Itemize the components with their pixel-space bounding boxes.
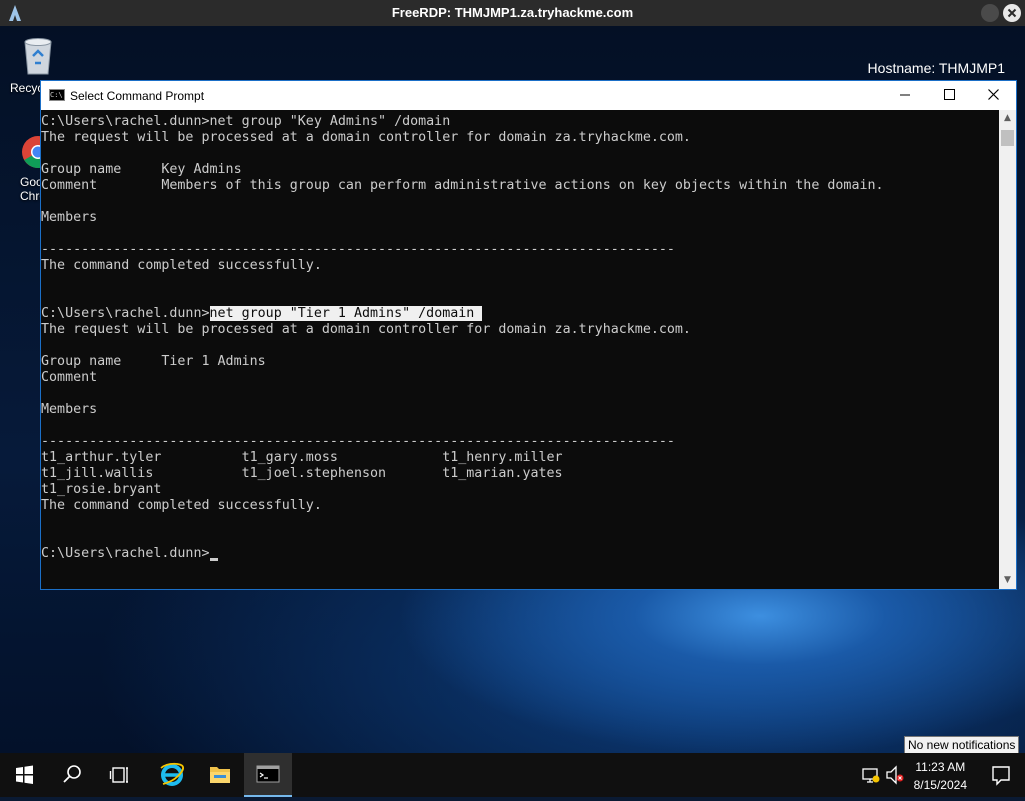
search-button[interactable] (48, 753, 96, 797)
console-output[interactable]: C:\Users\rachel.dunn>net group "Key Admi… (41, 112, 999, 590)
console-line: Comment (41, 370, 98, 385)
scroll-thumb[interactable] (1001, 130, 1014, 146)
console-line: The command completed successfully. (41, 258, 322, 273)
rdp-titlebar[interactable]: FreeRDP: THMJMP1.za.tryhackme.com (0, 0, 1025, 26)
console-line: C:\Users\rachel.dunn>net group "Key Admi… (41, 114, 451, 129)
console-separator: ----------------------------------------… (41, 434, 675, 449)
file-explorer-button[interactable] (196, 753, 244, 797)
maximize-button[interactable] (926, 81, 972, 110)
console-line: The command completed successfully. (41, 498, 322, 513)
console-line: Group name Key Admins (41, 162, 242, 177)
console-line: The request will be processed at a domai… (41, 130, 691, 145)
network-tray-button[interactable] (860, 753, 882, 797)
console-line: Members (41, 402, 98, 417)
command-prompt-window[interactable]: C:\ Select Command Prompt C:\Users\rache… (40, 80, 1017, 590)
text-cursor (209, 558, 218, 561)
maximize-icon (943, 89, 955, 100)
rdp-window-title: FreeRDP: THMJMP1.za.tryhackme.com (391, 5, 634, 20)
console-line: Members (41, 210, 98, 225)
volume-muted-icon (886, 765, 904, 785)
close-button[interactable] (970, 81, 1016, 110)
start-icon (16, 765, 33, 784)
hostname-label: Hostname: THMJMP1 (867, 60, 1005, 76)
notifications-tooltip: No new notifications (904, 736, 1020, 754)
console-prompt: C:\Users\rachel.dunn> (41, 546, 210, 561)
console-line: t1_rosie.bryant (41, 482, 162, 497)
network-icon (862, 768, 880, 783)
minimize-button[interactable] (882, 81, 928, 110)
minimize-icon (900, 94, 910, 96)
desktop: Hostname: THMJMP1 Recyc Goo Chro C:\ Sel… (0, 26, 1025, 753)
cmd-titlebar[interactable]: C:\ Select Command Prompt (41, 81, 1016, 110)
tray-clock[interactable]: 11:23 AM 8/15/2024 (914, 758, 967, 794)
console-current-line[interactable]: C:\Users\rachel.dunn> (41, 546, 218, 562)
notification-icon (992, 766, 1010, 786)
command-prompt-icon (256, 765, 280, 783)
file-explorer-icon (210, 767, 230, 783)
selected-command-text[interactable]: net group "Tier 1 Admins" /domain (209, 306, 483, 321)
command-prompt-taskbar-button[interactable] (244, 753, 292, 797)
console-line: The request will be processed at a domai… (41, 322, 691, 337)
vertical-scrollbar[interactable]: ▲ ▼ (999, 110, 1016, 589)
internet-explorer-icon (160, 762, 184, 786)
internet-explorer-button[interactable] (148, 753, 196, 797)
action-center-button[interactable] (977, 753, 1025, 797)
console-line: Comment Members of this group can perfor… (41, 178, 884, 193)
task-view-icon (109, 767, 128, 783)
rdp-minimize-button[interactable] (981, 4, 999, 22)
console-command-line: C:\Users\rachel.dunn>net group "Tier 1 A… (41, 306, 483, 322)
console-line: t1_jill.wallis t1_joel.stephenson t1_mar… (41, 466, 563, 481)
scroll-up-button[interactable]: ▲ (999, 110, 1016, 127)
recycle-bin-icon (24, 38, 52, 75)
task-view-button[interactable] (96, 753, 144, 797)
command-prompt-icon: C:\ (49, 89, 65, 101)
console-separator: ----------------------------------------… (41, 242, 675, 257)
console-prompt: C:\Users\rachel.dunn> (41, 306, 210, 321)
close-icon (1007, 8, 1017, 18)
close-icon (987, 89, 999, 100)
scroll-down-button[interactable]: ▼ (999, 572, 1016, 589)
search-icon (63, 765, 81, 783)
start-button[interactable] (0, 753, 48, 797)
volume-tray-button[interactable] (884, 753, 906, 797)
cmd-window-title: Select Command Prompt (70, 89, 205, 103)
clock-date: 8/15/2024 (913, 778, 967, 792)
console-line: Group name Tier 1 Admins (41, 354, 266, 369)
clock-time: 11:23 AM (915, 760, 966, 774)
console-line: t1_arthur.tyler t1_gary.moss t1_henry.mi… (41, 450, 563, 465)
taskbar: 11:23 AM 8/15/2024 (0, 753, 1025, 797)
rdp-close-button[interactable] (1003, 4, 1021, 22)
